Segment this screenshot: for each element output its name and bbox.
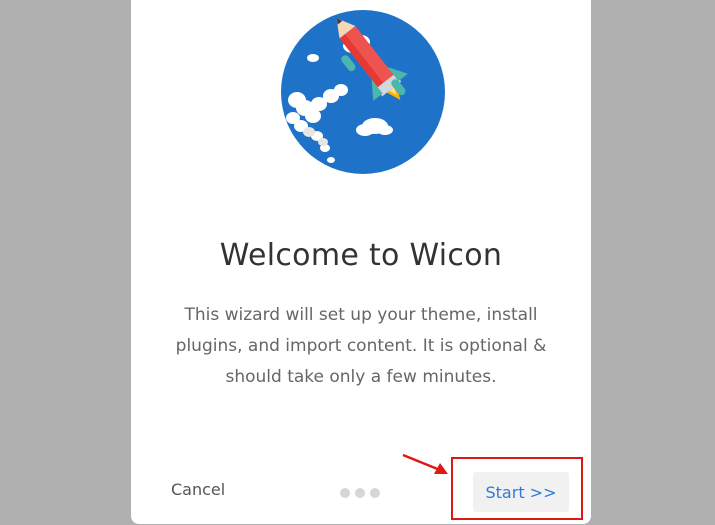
wizard-description: This wizard will set up your theme, inst… bbox=[175, 305, 547, 387]
wizard-dialog: Welcome to Wicon This wizard will set up… bbox=[131, 0, 591, 524]
highlight-box bbox=[451, 457, 583, 520]
rocket-pencil-illustration bbox=[281, 10, 445, 174]
arrow-icon bbox=[402, 453, 448, 474]
cancel-button[interactable]: Cancel bbox=[171, 480, 225, 499]
step-indicator bbox=[340, 488, 380, 498]
step-dot bbox=[355, 488, 365, 498]
page-title: Welcome to Wicon bbox=[219, 238, 503, 273]
step-dot bbox=[340, 488, 350, 498]
step-dot bbox=[370, 488, 380, 498]
